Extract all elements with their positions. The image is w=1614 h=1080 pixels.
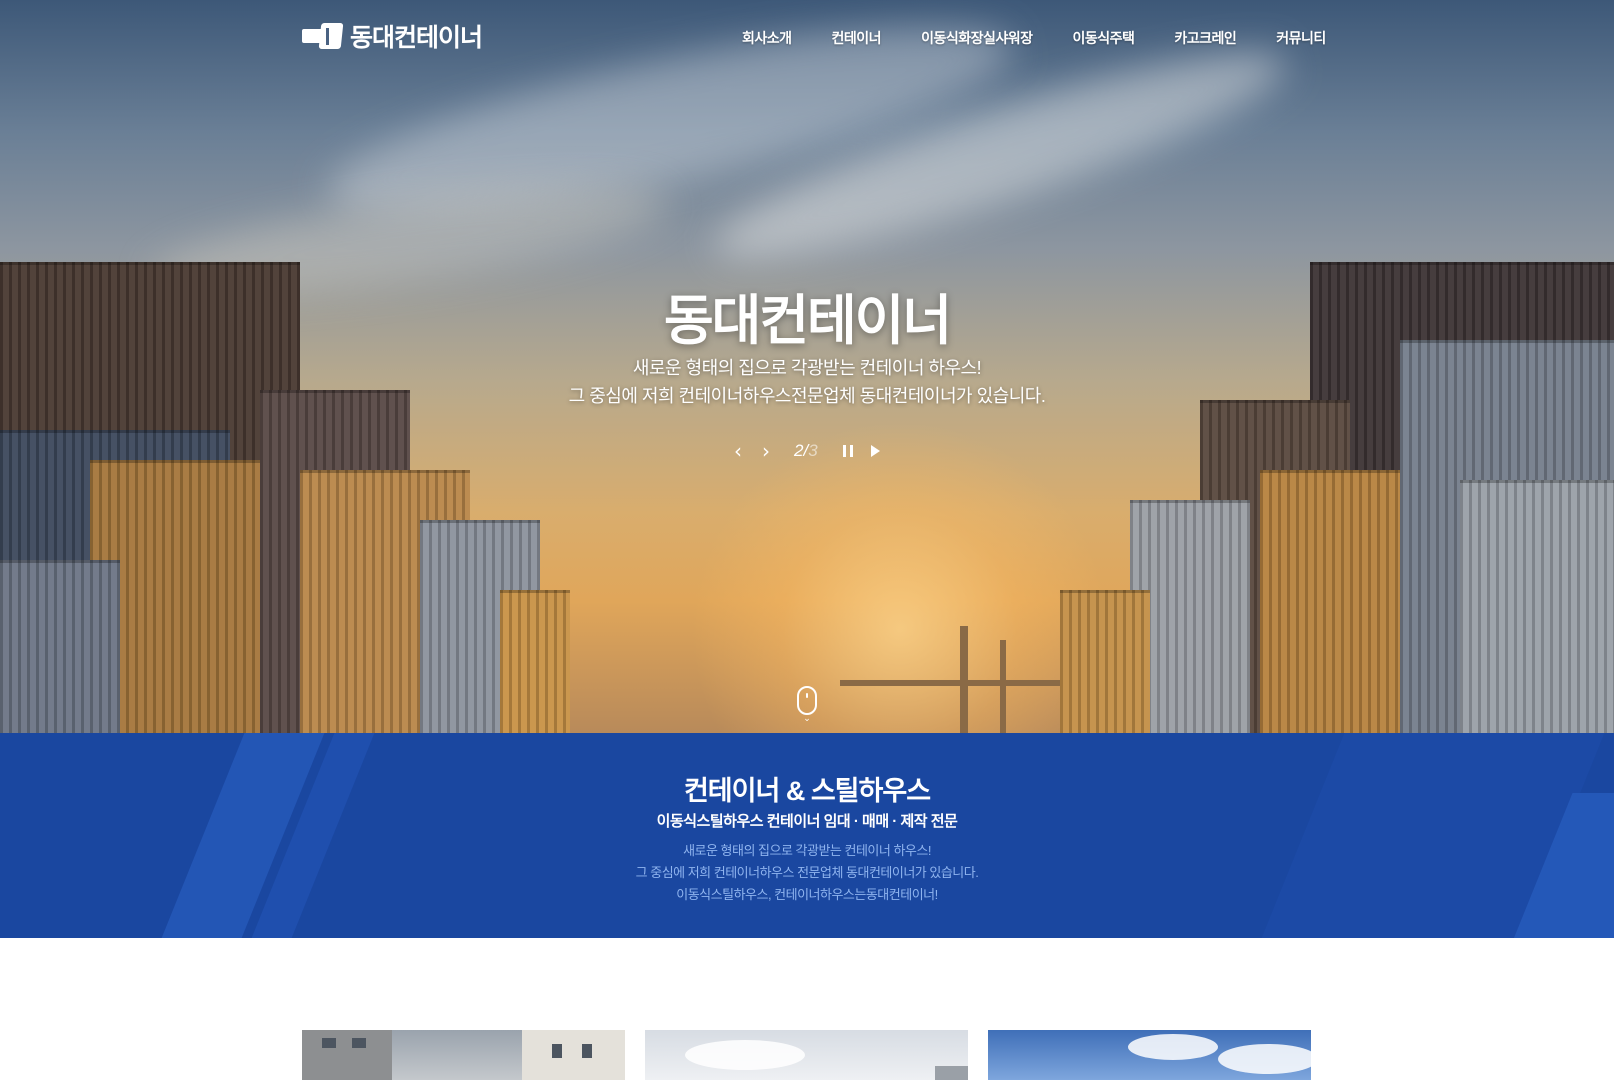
slider-pause-button[interactable] <box>834 438 862 464</box>
slider-controls: ‹ › 2/3 <box>724 438 890 464</box>
chevron-down-icon: ⌄ <box>803 714 811 724</box>
nav-item-container[interactable]: 컨테이너 <box>812 24 902 52</box>
product-thumbnail[interactable] <box>302 1030 625 1080</box>
hero-container-right <box>1060 590 1150 733</box>
product-thumbnail[interactable] <box>988 1030 1311 1080</box>
thumb-cloud <box>685 1040 805 1070</box>
slider-counter: 2/3 <box>794 441 818 461</box>
thumb-window <box>352 1038 366 1048</box>
hero-crane <box>840 680 1060 686</box>
hero-container-left <box>500 590 570 733</box>
thumb-window <box>582 1044 592 1058</box>
product-thumbnails <box>302 1030 1311 1080</box>
thumb-cloud <box>1128 1034 1218 1060</box>
intro-band: 컨테이너 & 스틸하우스 이동식스틸하우스 컨테이너 임대 · 매매 · 제작 … <box>0 733 1614 938</box>
band-description: 새로운 형태의 집으로 각광받는 컨테이너 하우스! 그 중심에 저희 컨테이너… <box>0 840 1614 906</box>
thumb-window <box>322 1038 336 1048</box>
main-nav: 회사소개 컨테이너 이동식화장실샤워장 이동식주택 카고크레인 커뮤니티 <box>722 24 1346 52</box>
thumb-building <box>935 1066 968 1080</box>
slider-total: 3 <box>808 441 818 460</box>
hero-crane <box>960 626 968 733</box>
site-logo[interactable]: 동대컨테이너 <box>302 18 483 54</box>
band-desc-line: 새로운 형태의 집으로 각광받는 컨테이너 하우스! <box>683 843 931 858</box>
hero-subtitle-line: 그 중심에 저희 컨테이너하우스전문업체 동대컨테이너가 있습니다. <box>568 386 1046 406</box>
slider-play-button[interactable] <box>862 438 890 464</box>
hero-title: 동대컨테이너 <box>663 291 952 351</box>
hero-subtitle-line: 새로운 형태의 집으로 각광받는 컨테이너 하우스! <box>632 358 982 378</box>
band-subtitle: 이동식스틸하우스 컨테이너 임대 · 매매 · 제작 전문 <box>656 813 958 830</box>
thumb-window <box>552 1044 562 1058</box>
site-header: 동대컨테이너 회사소개 컨테이너 이동식화장실샤워장 이동식주택 카고크레인 커… <box>0 0 1614 72</box>
thumb-cloud <box>1218 1044 1311 1074</box>
slider-next-button[interactable]: › <box>752 438 780 464</box>
nav-item-mobile-house[interactable]: 이동식주택 <box>1052 24 1154 52</box>
band-title: 컨테이너 & 스틸하우스 <box>683 776 931 806</box>
band-desc-line: 그 중심에 저희 컨테이너하우스 전문업체 동대컨테이너가 있습니다. <box>635 865 979 880</box>
play-icon <box>871 445 881 457</box>
nav-item-cargo-crane[interactable]: 카고크레인 <box>1154 24 1256 52</box>
slider-prev-button[interactable]: ‹ <box>724 438 752 464</box>
container-logo-icon <box>302 23 344 49</box>
thumb-building <box>302 1030 392 1080</box>
nav-item-mobile-toilet[interactable]: 이동식화장실샤워장 <box>901 24 1052 52</box>
thumb-building <box>522 1030 625 1080</box>
pause-icon <box>842 445 853 457</box>
hero-subtitle: 새로운 형태의 집으로 각광받는 컨테이너 하우스! 그 중심에 저희 컨테이너… <box>0 354 1614 410</box>
hero-container-right <box>1460 480 1614 733</box>
hero-container-left <box>0 560 120 733</box>
hero-container-right <box>1260 470 1400 733</box>
product-thumbnail[interactable] <box>645 1030 968 1080</box>
nav-item-company[interactable]: 회사소개 <box>722 24 812 52</box>
hero-banner: 동대컨테이너 회사소개 컨테이너 이동식화장실샤워장 이동식주택 카고크레인 커… <box>0 0 1614 733</box>
hero-crane <box>1000 640 1006 733</box>
hero-sun-glow <box>690 420 1110 733</box>
nav-item-community[interactable]: 커뮤니티 <box>1256 24 1346 52</box>
logo-text: 동대컨테이너 <box>350 24 483 52</box>
band-desc-line: 이동식스틸하우스, 컨테이너하우스는동대컨테이너! <box>676 887 938 902</box>
scroll-mouse-icon[interactable] <box>797 686 817 715</box>
